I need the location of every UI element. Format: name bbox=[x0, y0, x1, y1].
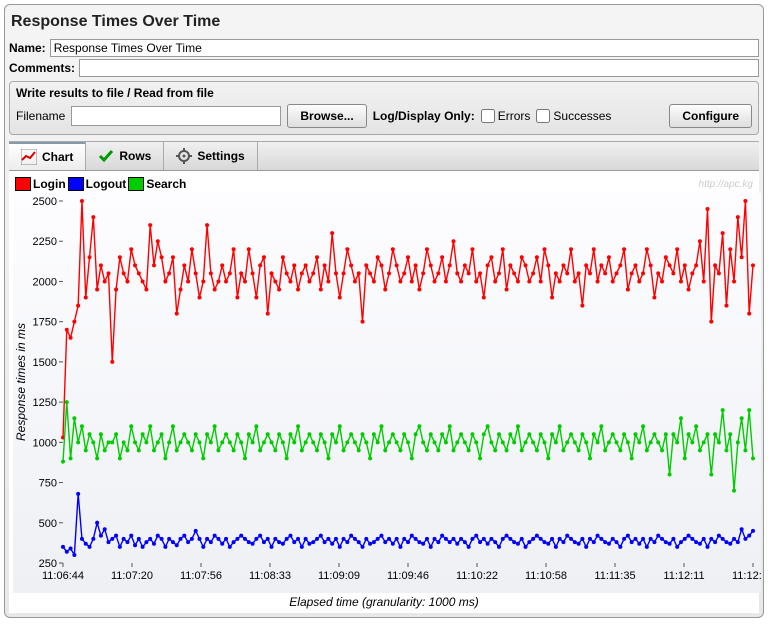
configure-button[interactable]: Configure bbox=[669, 104, 752, 128]
svg-text:500: 500 bbox=[39, 518, 57, 530]
svg-text:2000: 2000 bbox=[33, 276, 57, 288]
svg-text:250: 250 bbox=[39, 558, 57, 570]
svg-text:11:12:48: 11:12:48 bbox=[732, 570, 761, 582]
tab-settings[interactable]: Settings bbox=[164, 142, 257, 170]
legend-logout-label: Logout bbox=[86, 177, 127, 191]
successes-check-label: Successes bbox=[553, 109, 611, 123]
x-axis-label: Elapsed time (granularity: 1000 ms) bbox=[13, 593, 755, 609]
legend-logout: Logout bbox=[68, 177, 127, 191]
svg-text:11:07:56: 11:07:56 bbox=[180, 570, 222, 582]
name-row: Name: bbox=[9, 39, 759, 57]
legend-search-label: Search bbox=[146, 177, 186, 191]
svg-text:2250: 2250 bbox=[33, 236, 57, 248]
chart-legend: Login Logout Search http://apc.kg bbox=[13, 175, 755, 193]
legend-login-label: Login bbox=[33, 177, 66, 191]
svg-text:2500: 2500 bbox=[33, 196, 57, 208]
gear-icon bbox=[176, 148, 192, 164]
tab-rows[interactable]: Rows bbox=[86, 142, 164, 170]
svg-text:11:11:35: 11:11:35 bbox=[594, 570, 635, 582]
main-panel: Response Times Over Time Name: Comments:… bbox=[4, 4, 764, 618]
watermark: http://apc.kg bbox=[699, 179, 753, 190]
successes-checkbox[interactable]: Successes bbox=[536, 109, 611, 123]
tab-chart[interactable]: Chart bbox=[9, 142, 86, 170]
file-section: Write results to file / Read from file F… bbox=[9, 81, 759, 135]
chart-area: Login Logout Search http://apc.kg 250 500… bbox=[9, 171, 759, 613]
filename-label: Filename bbox=[16, 109, 65, 123]
successes-check-input[interactable] bbox=[536, 109, 550, 123]
tab-rows-label: Rows bbox=[119, 149, 151, 163]
svg-text:Response times in ms: Response times in ms bbox=[14, 323, 28, 441]
comments-label: Comments: bbox=[9, 61, 75, 75]
tab-settings-label: Settings bbox=[197, 149, 244, 163]
svg-text:11:06:44: 11:06:44 bbox=[42, 570, 84, 582]
name-label: Name: bbox=[9, 41, 46, 55]
chart-plot: 250 500 750 1000 1250 1500 1750 2000 2250 2500 11:… bbox=[13, 193, 761, 593]
swatch-login bbox=[15, 177, 31, 191]
comments-input[interactable] bbox=[79, 59, 759, 77]
svg-text:1500: 1500 bbox=[33, 357, 57, 369]
svg-text:11:10:22: 11:10:22 bbox=[456, 570, 498, 582]
chart-icon bbox=[21, 149, 37, 165]
page-title: Response Times Over Time bbox=[9, 9, 759, 37]
svg-text:1250: 1250 bbox=[33, 397, 57, 409]
swatch-search bbox=[128, 177, 144, 191]
svg-text:11:07:20: 11:07:20 bbox=[111, 570, 153, 582]
file-section-title: Write results to file / Read from file bbox=[16, 86, 752, 100]
errors-check-input[interactable] bbox=[481, 109, 495, 123]
svg-text:750: 750 bbox=[39, 478, 57, 490]
swatch-logout bbox=[68, 177, 84, 191]
legend-search: Search bbox=[128, 177, 186, 191]
chart-svg: 250 500 750 1000 1250 1500 1750 2000 2250 2500 11:… bbox=[13, 193, 761, 593]
logdisplay-label: Log/Display Only: bbox=[373, 109, 475, 123]
svg-text:11:10:58: 11:10:58 bbox=[525, 570, 567, 582]
svg-text:1750: 1750 bbox=[33, 317, 57, 329]
errors-check-label: Errors bbox=[498, 109, 531, 123]
legend-login: Login bbox=[15, 177, 66, 191]
errors-checkbox[interactable]: Errors bbox=[481, 109, 531, 123]
svg-text:11:09:46: 11:09:46 bbox=[387, 570, 429, 582]
filename-input[interactable] bbox=[71, 106, 281, 126]
svg-text:11:09:09: 11:09:09 bbox=[318, 570, 360, 582]
comments-row: Comments: bbox=[9, 59, 759, 77]
tab-chart-label: Chart bbox=[42, 150, 73, 164]
name-input[interactable] bbox=[50, 39, 759, 57]
browse-button[interactable]: Browse... bbox=[287, 104, 366, 128]
svg-text:11:08:33: 11:08:33 bbox=[249, 570, 291, 582]
checkmark-icon bbox=[98, 148, 114, 164]
svg-text:1000: 1000 bbox=[33, 437, 57, 449]
svg-text:11:12:11: 11:12:11 bbox=[663, 570, 704, 582]
tab-bar: Chart Rows Settings bbox=[9, 141, 759, 171]
